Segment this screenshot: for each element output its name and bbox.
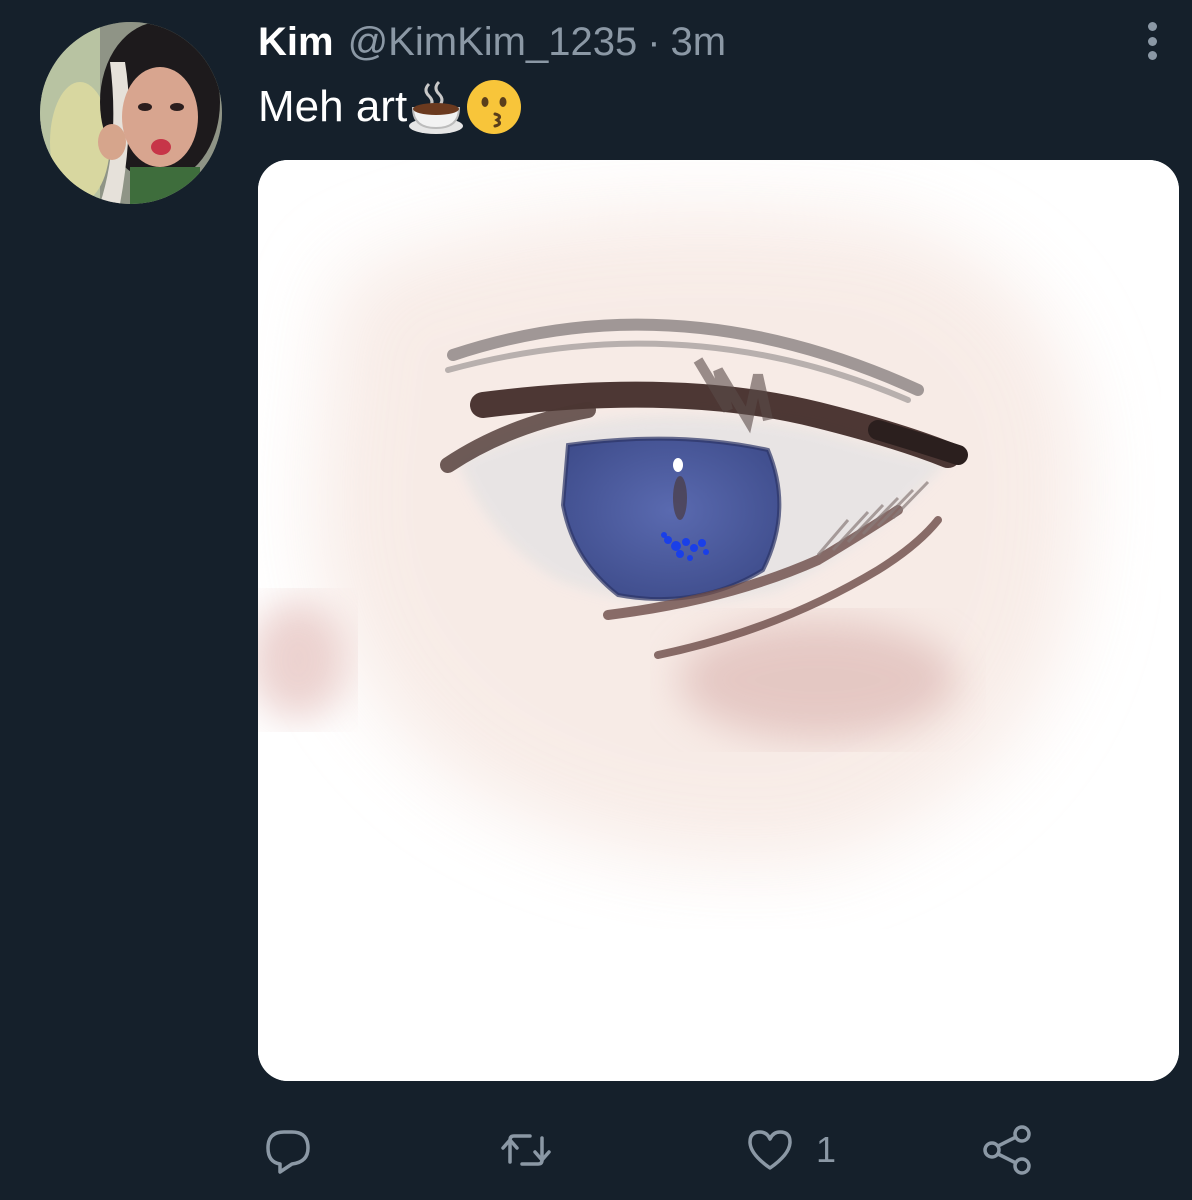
timestamp[interactable]: 3m: [671, 20, 727, 65]
tweet-header: Kim @KimKim_1235 · 3m: [258, 16, 726, 68]
tweet-body: Meh art: [258, 82, 408, 131]
share-icon: [983, 1125, 1031, 1175]
user-handle[interactable]: @KimKim_1235: [348, 20, 638, 65]
more-dot: [1147, 36, 1157, 46]
display-name[interactable]: Kim: [258, 20, 334, 65]
more-options-icon[interactable]: [1136, 18, 1168, 64]
reply-button[interactable]: [260, 1120, 316, 1180]
kissing-face-emoji: [465, 78, 523, 136]
eye-drawing: [258, 160, 1179, 1081]
tweet-actions: 1: [258, 1120, 1179, 1180]
more-dot: [1147, 51, 1157, 60]
more-dot: [1147, 22, 1157, 31]
reply-icon: [266, 1130, 310, 1174]
share-button[interactable]: [980, 1120, 1036, 1180]
like-button[interactable]: 1: [742, 1120, 836, 1180]
tweet-image[interactable]: [258, 160, 1179, 1081]
tweet: Kim @KimKim_1235 · 3m Meh art 1: [0, 0, 1192, 1200]
tweet-text: Meh art: [258, 78, 523, 136]
heart-icon: [748, 1130, 792, 1170]
avatar-photo: [40, 22, 222, 204]
hot-beverage-emoji: [407, 78, 465, 136]
retweet-button[interactable]: [498, 1120, 554, 1180]
like-count: 1: [816, 1129, 837, 1170]
avatar[interactable]: [40, 22, 222, 204]
separator-dot: ·: [647, 19, 661, 64]
retweet-icon: [501, 1134, 551, 1166]
